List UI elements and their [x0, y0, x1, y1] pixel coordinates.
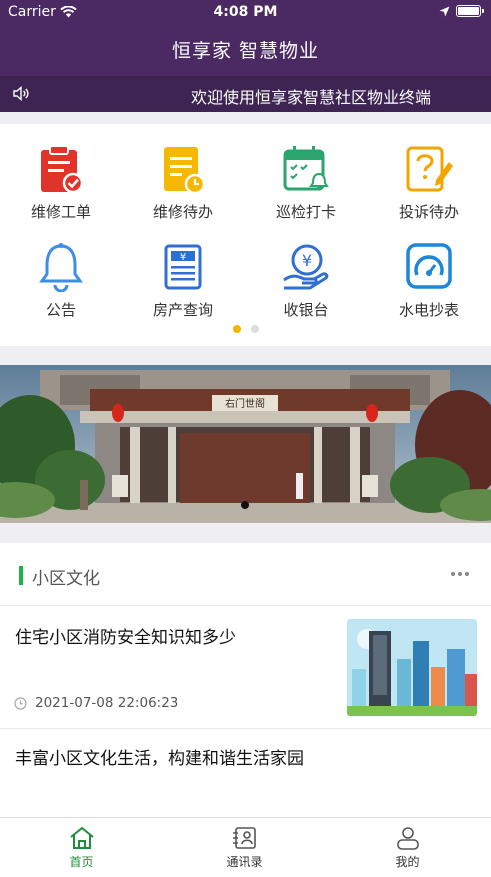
menu-announcement[interactable]: 公告 [0, 242, 122, 320]
tab-label: 我的 [395, 855, 420, 869]
menu-label: 维修工单 [30, 203, 91, 221]
property-query-icon: ¥ [164, 244, 202, 290]
repair-todo-icon [164, 147, 206, 194]
divider [0, 728, 491, 729]
clock-icon [14, 696, 27, 710]
city-skyline-image [347, 619, 477, 716]
article-time-text: 2021-07-08 22:06:23 [35, 695, 179, 711]
community-culture-section: 小区文化 住宅小区消防安全知识知多少 2021-07-08 22:06:23 丰… [0, 543, 491, 817]
app-title: 恒享家 智慧物业 [171, 40, 320, 62]
location-arrow-icon [439, 6, 450, 16]
menu-label: 收银台 [283, 301, 329, 319]
banner-page-dot[interactable] [241, 501, 249, 509]
menu-label: 房产查询 [152, 301, 213, 319]
article-title: 住宅小区消防安全知识知多少 [15, 628, 236, 648]
section-title: 小区文化 [32, 569, 100, 589]
inspection-calendar-icon [283, 146, 329, 191]
bell-icon [39, 243, 83, 292]
cashier-icon: ¥ [283, 244, 329, 290]
tab-profile[interactable]: 我的 [326, 826, 489, 870]
clock: 4:08 PM [213, 4, 278, 20]
menu-repair-order[interactable]: 维修工单 [0, 144, 122, 222]
contacts-icon [232, 827, 256, 849]
menu-label: 公告 [45, 301, 76, 319]
menu-meter-reading[interactable]: 水电抄表 [368, 242, 490, 320]
tab-home[interactable]: 首页 [0, 826, 163, 870]
article-thumbnail [347, 619, 477, 716]
article-time: 2021-07-08 22:06:23 [14, 695, 178, 711]
more-icon[interactable] [451, 572, 469, 576]
menu-label: 投诉待办 [398, 203, 459, 221]
page-dot[interactable] [250, 325, 259, 333]
notice-bar[interactable]: 欢迎使用恒享家智慧社区物业终端 [0, 76, 491, 112]
complaint-icon [406, 146, 453, 192]
bottom-tab-bar: 首页 通讯录 我的 [0, 817, 491, 877]
tab-label: 首页 [69, 855, 94, 869]
section-accent-bar [19, 566, 23, 585]
menu-repair-todo[interactable]: 维修待办 [122, 144, 244, 222]
app-header: Carrier 4:08 PM 恒享家 智慧物业 [0, 0, 491, 76]
battery-icon [456, 5, 484, 17]
menu-inspection-checkin[interactable]: 巡检打卡 [245, 144, 367, 222]
menu-label: 巡检打卡 [275, 203, 336, 221]
status-bar: Carrier 4:08 PM [0, 0, 491, 26]
banner-image: 右门世阁 [0, 365, 491, 523]
section-header: 小区文化 [0, 543, 491, 605]
banner-carousel[interactable]: 右门世阁 [0, 365, 491, 523]
menu-cashier[interactable]: ¥ 收银台 [245, 242, 367, 320]
svg-text:¥: ¥ [180, 252, 186, 263]
tab-label: 通讯录 [226, 855, 263, 869]
home-icon [69, 826, 94, 849]
menu-label: 水电抄表 [398, 301, 459, 319]
article-title: 丰富小区文化生活，构建和谐生活家园 [15, 749, 304, 769]
menu-page-indicator[interactable] [0, 325, 491, 333]
speaker-icon [13, 86, 29, 101]
function-menu: 维修工单 维修待办 巡检打卡 投诉待办 公告 ¥ 房产查询 ¥ 收银台 水电抄表 [0, 124, 491, 346]
svg-text:¥: ¥ [302, 251, 312, 270]
menu-label: 维修待办 [152, 203, 213, 221]
meter-icon [406, 243, 452, 289]
tab-contacts[interactable]: 通讯录 [163, 826, 326, 870]
menu-complaint-todo[interactable]: 投诉待办 [368, 144, 490, 222]
banner-sign-text: 右门世阁 [225, 397, 265, 410]
status-icons [439, 5, 484, 17]
repair-order-icon [41, 145, 84, 194]
divider [0, 605, 491, 606]
notice-text: 欢迎使用恒享家智慧社区物业终端 [190, 88, 431, 107]
menu-property-query[interactable]: ¥ 房产查询 [122, 242, 244, 320]
page-dot-active[interactable] [232, 325, 241, 333]
profile-icon [396, 827, 419, 850]
